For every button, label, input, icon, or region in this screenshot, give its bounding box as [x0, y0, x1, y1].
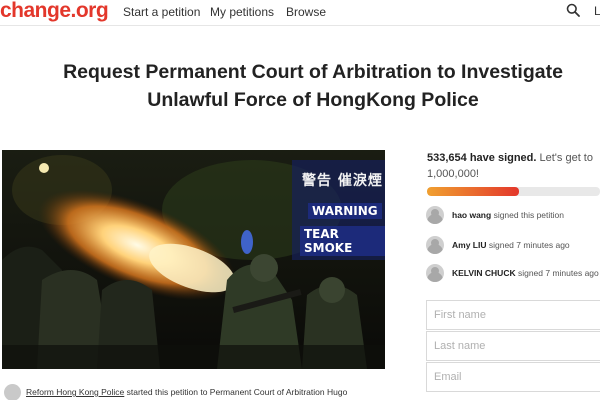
- login-link[interactable]: L: [594, 4, 600, 18]
- nav-my-petitions[interactable]: My petitions: [210, 5, 274, 19]
- progress-bar-fill: [427, 187, 519, 196]
- search-icon[interactable]: [566, 3, 580, 17]
- signer-name: KELVIN CHUCK: [452, 268, 516, 278]
- nav-start-a-petition[interactable]: Start a petition: [123, 5, 200, 19]
- starter-name-link[interactable]: Reform Hong Kong Police: [26, 387, 124, 397]
- signer-action: signed 7 minutes ago: [515, 268, 599, 278]
- petition-title: Request Permanent Court of Arbitration t…: [0, 58, 600, 114]
- signer-name: hao wang: [452, 210, 492, 220]
- email-field[interactable]: [426, 362, 600, 392]
- signer-name: Amy LIU: [452, 240, 487, 250]
- signature-count-text: 533,654 have signed. Let's get to 1,000,…: [427, 150, 597, 182]
- signer-avatar: [426, 264, 444, 282]
- tear-smoke-sign-text: TEAR SMOKE: [300, 226, 385, 256]
- nav-browse[interactable]: Browse: [286, 5, 326, 19]
- petition-title-line-2: Unlawful Force of HongKong Police: [147, 89, 479, 111]
- recent-signer-item: KELVIN CHUCK signed 7 minutes ago: [426, 264, 600, 284]
- first-name-field[interactable]: [426, 300, 600, 330]
- petition-title-line-1: Request Permanent Court of Arbitration t…: [63, 61, 563, 83]
- recent-signer-item: Amy LIU signed 7 minutes ago: [426, 236, 600, 256]
- signature-progress-bar: [427, 187, 600, 196]
- signer-action: signed this petition: [491, 210, 564, 220]
- petition-starter-line: Reform Hong Kong Police started this pet…: [4, 384, 347, 400]
- starter-description: started this petition to Permanent Court…: [124, 386, 348, 397]
- signer-avatar: [426, 206, 444, 224]
- starter-avatar: [4, 384, 21, 400]
- top-navigation-bar: change.org Start a petition My petitions…: [0, 0, 600, 26]
- change-org-logo[interactable]: change.org: [0, 0, 109, 23]
- recent-signer-item: hao wang signed this petition: [426, 206, 600, 226]
- petition-photo[interactable]: 警告 催淚煙 WARNING TEAR SMOKE: [2, 150, 385, 369]
- signer-avatar: [426, 236, 444, 254]
- warning-sign-text: WARNING: [308, 203, 382, 219]
- signed-count: 533,654 have signed.: [427, 152, 537, 164]
- chinese-warning-sign-text: 警告 催淚煙: [302, 173, 383, 189]
- last-name-field[interactable]: [426, 331, 600, 361]
- signer-action: signed 7 minutes ago: [486, 240, 570, 250]
